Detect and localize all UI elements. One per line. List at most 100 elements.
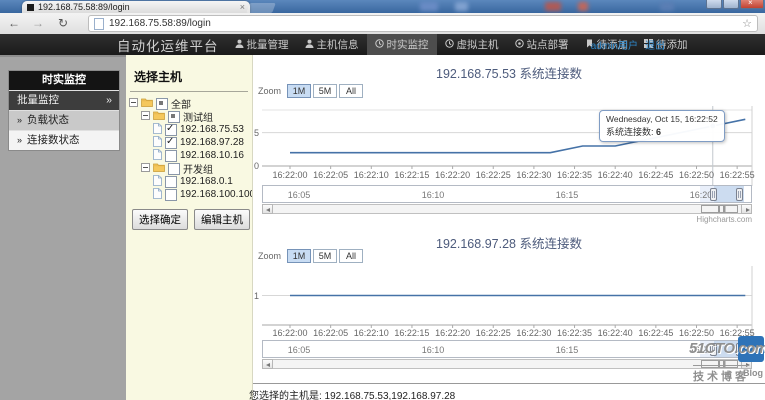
checkbox-checked[interactable] bbox=[165, 124, 177, 136]
x-axis-label: 16:22:30 bbox=[512, 170, 556, 180]
chart-navigator[interactable] bbox=[262, 340, 752, 358]
bookmark-star-icon[interactable]: ☆ bbox=[742, 17, 752, 30]
tree-node-192.168.75.53[interactable]: 192.168.75.53 bbox=[126, 123, 252, 136]
zoom-button-5m[interactable]: 5M bbox=[313, 84, 337, 98]
tooltip-series-label: 系统连接数: bbox=[606, 127, 656, 137]
zoom-button-all[interactable]: All bbox=[339, 84, 363, 98]
desktop-blur-decoration bbox=[578, 2, 588, 11]
navigator-tick-label: 16:05 bbox=[279, 190, 319, 200]
zoom-button-all[interactable]: All bbox=[339, 249, 363, 263]
sidebar-item-label: 批量监控 bbox=[17, 94, 59, 106]
sidebar-item-负载状态[interactable]: »负载状态 bbox=[9, 110, 119, 130]
browser-tab[interactable]: 192.168.75.58:89/login × bbox=[22, 1, 250, 13]
tree-node-192.168.100.100[interactable]: 192.168.100.100 bbox=[126, 188, 252, 201]
sidebar-item-批量监控[interactable]: 批量监控» bbox=[9, 90, 119, 110]
favicon-icon bbox=[27, 4, 34, 11]
url-bar[interactable]: 192.168.75.58:89/login ☆ bbox=[88, 15, 758, 32]
x-axis-label: 16:22:20 bbox=[431, 170, 475, 180]
reload-icon[interactable]: ↻ bbox=[58, 15, 68, 31]
zoom-button-1m[interactable]: 1M bbox=[287, 249, 311, 263]
host-file-icon bbox=[153, 123, 162, 137]
nav-user-area: admin用户 退出 bbox=[591, 37, 665, 52]
nav-item-label: 虚拟主机 bbox=[457, 37, 499, 52]
sidebar-item-label: 负载状态 bbox=[27, 114, 69, 126]
collapse-toggle-icon[interactable] bbox=[141, 163, 150, 175]
x-axis-label: 16:22:15 bbox=[390, 170, 434, 180]
nav-item-时实监控[interactable]: 时实监控 bbox=[367, 34, 437, 55]
chart-navigator[interactable] bbox=[262, 185, 752, 203]
user-icon bbox=[305, 39, 314, 51]
watermark-subtitle: 技术博客 bbox=[693, 365, 749, 384]
nav-item-虚拟主机[interactable]: 虚拟主机 bbox=[437, 34, 507, 55]
host-panel-title: 选择主机 bbox=[134, 68, 252, 85]
checkbox-partial[interactable] bbox=[156, 98, 168, 110]
tree-node-192.168.0.1[interactable]: 192.168.0.1 bbox=[126, 175, 252, 188]
app-brand: 自动化运维平台 bbox=[117, 35, 219, 55]
navigator-handle[interactable] bbox=[736, 188, 743, 201]
sidebar-item-连接数状态[interactable]: »连接数状态 bbox=[9, 130, 119, 150]
tree-node-label: 测试组 bbox=[183, 109, 213, 124]
nav-item-站点部署[interactable]: 站点部署 bbox=[507, 34, 577, 55]
back-icon[interactable]: ← bbox=[8, 15, 20, 31]
checkbox-unchecked[interactable] bbox=[168, 163, 180, 175]
chart-scrollbar[interactable] bbox=[262, 359, 752, 369]
page-icon bbox=[94, 18, 104, 30]
desktop-blur-decoration bbox=[420, 2, 438, 11]
chart-tooltip: Wednesday, Oct 15, 16:22:52系统连接数: 6 bbox=[599, 110, 725, 142]
scrollbar-right-arrow[interactable] bbox=[741, 204, 752, 214]
highcharts-credit[interactable]: Highcharts.com bbox=[696, 215, 752, 224]
zoom-label: Zoom bbox=[258, 251, 281, 261]
clock-icon bbox=[445, 39, 454, 51]
tree-node-192.168.97.28[interactable]: 192.168.97.28 bbox=[126, 136, 252, 149]
url-text[interactable]: 192.168.75.58:89/login bbox=[109, 18, 742, 29]
host-file-icon bbox=[153, 136, 162, 150]
navigator-tick-label: 16:15 bbox=[547, 345, 587, 355]
collapse-toggle-icon[interactable] bbox=[129, 98, 138, 110]
content-area: 时实监控 批量监控»»负载状态»连接数状态 选择主机 全部测试组192.168.… bbox=[0, 55, 765, 400]
x-axis-label: 16:22:10 bbox=[349, 170, 393, 180]
x-axis-label: 16:22:00 bbox=[268, 328, 312, 338]
tree-node-开发组[interactable]: 开发组 bbox=[126, 162, 252, 175]
logout-link[interactable]: 退出 bbox=[645, 37, 665, 52]
nav-item-label: 主机信息 bbox=[317, 37, 359, 52]
close-tab-icon[interactable]: × bbox=[240, 3, 245, 12]
window-controls bbox=[706, 0, 764, 9]
maximize-button[interactable] bbox=[723, 0, 739, 9]
chart-scrollbar[interactable] bbox=[262, 204, 752, 214]
close-window-button[interactable] bbox=[740, 0, 764, 9]
screen: 192.168.75.58:89/login × ← → ↻ 192.168.7… bbox=[0, 0, 765, 400]
desktop-blur-decoration bbox=[545, 2, 561, 11]
minimize-button[interactable] bbox=[706, 0, 722, 9]
scrollbar-left-arrow[interactable] bbox=[262, 359, 273, 369]
checkbox-checked[interactable] bbox=[165, 137, 177, 149]
tree-node-label: 192.168.97.28 bbox=[180, 137, 244, 148]
checkbox-unchecked[interactable] bbox=[165, 150, 177, 162]
x-axis-label: 16:22:25 bbox=[471, 170, 515, 180]
collapse-toggle-icon[interactable] bbox=[141, 111, 150, 123]
nav-item-主机信息[interactable]: 主机信息 bbox=[297, 34, 367, 55]
forward-icon[interactable]: → bbox=[32, 15, 44, 31]
x-axis-label: 16:22:25 bbox=[471, 328, 515, 338]
checkbox-partial[interactable] bbox=[168, 111, 180, 123]
zoom-button-5m[interactable]: 5M bbox=[313, 249, 337, 263]
checkbox-unchecked[interactable] bbox=[165, 189, 177, 201]
tree-node-测试组[interactable]: 测试组 bbox=[126, 110, 252, 123]
app-navbar: 自动化运维平台 批量管理主机信息时实监控虚拟主机站点部署待添加待添加 admin… bbox=[0, 34, 765, 55]
navigator-handle[interactable] bbox=[710, 188, 717, 201]
divider bbox=[130, 91, 248, 92]
checkbox-unchecked[interactable] bbox=[165, 176, 177, 188]
button-选择确定[interactable]: 选择确定 bbox=[132, 209, 188, 230]
new-tab-button[interactable] bbox=[246, 3, 276, 13]
nav-item-批量管理[interactable]: 批量管理 bbox=[227, 34, 297, 55]
zoom-button-1m[interactable]: 1M bbox=[287, 84, 311, 98]
button-编辑主机[interactable]: 编辑主机 bbox=[194, 209, 250, 230]
x-axis-label: 16:22:05 bbox=[309, 328, 353, 338]
scrollbar-thumb[interactable] bbox=[701, 205, 738, 213]
tree-node-label: 192.168.0.1 bbox=[180, 176, 233, 187]
scrollbar-left-arrow[interactable] bbox=[262, 204, 273, 214]
zoom-controls: Zoom 1M5MAll bbox=[258, 249, 363, 263]
tree-node-label: 开发组 bbox=[183, 161, 213, 176]
user-label: admin用户 bbox=[591, 37, 638, 52]
desktop-blur-decoration bbox=[455, 2, 468, 11]
host-file-icon bbox=[153, 149, 162, 163]
